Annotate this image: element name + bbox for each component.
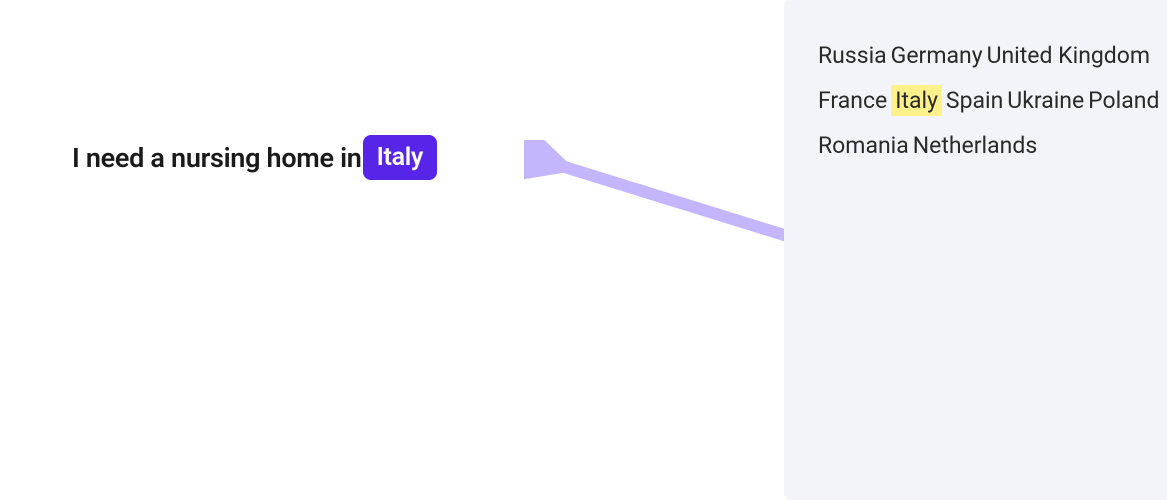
country-option-poland[interactable]: Poland (1088, 89, 1159, 112)
country-list: Russia Germany United Kingdom France Ita… (818, 44, 1167, 179)
country-option-netherlands[interactable]: Netherlands (913, 134, 1037, 157)
country-option-russia[interactable]: Russia (818, 44, 887, 67)
country-option-spain[interactable]: Spain (946, 89, 1003, 112)
sentence-prefix: I need a nursing home in (72, 142, 362, 174)
country-option-italy[interactable]: Italy (891, 89, 942, 112)
country-option-france[interactable]: France (818, 89, 887, 112)
country-dropdown-panel: Russia Germany United Kingdom France Ita… (784, 0, 1167, 500)
sentence-builder: I need a nursing home in Italy (72, 135, 437, 180)
selected-country-pill[interactable]: Italy (363, 135, 437, 180)
country-option-united-kingdom[interactable]: United Kingdom (987, 44, 1151, 67)
country-option-ukraine[interactable]: Ukraine (1007, 89, 1084, 112)
country-option-romania[interactable]: Romania (818, 134, 909, 157)
connector-arrow-icon (524, 140, 794, 250)
country-option-germany[interactable]: Germany (891, 44, 983, 67)
